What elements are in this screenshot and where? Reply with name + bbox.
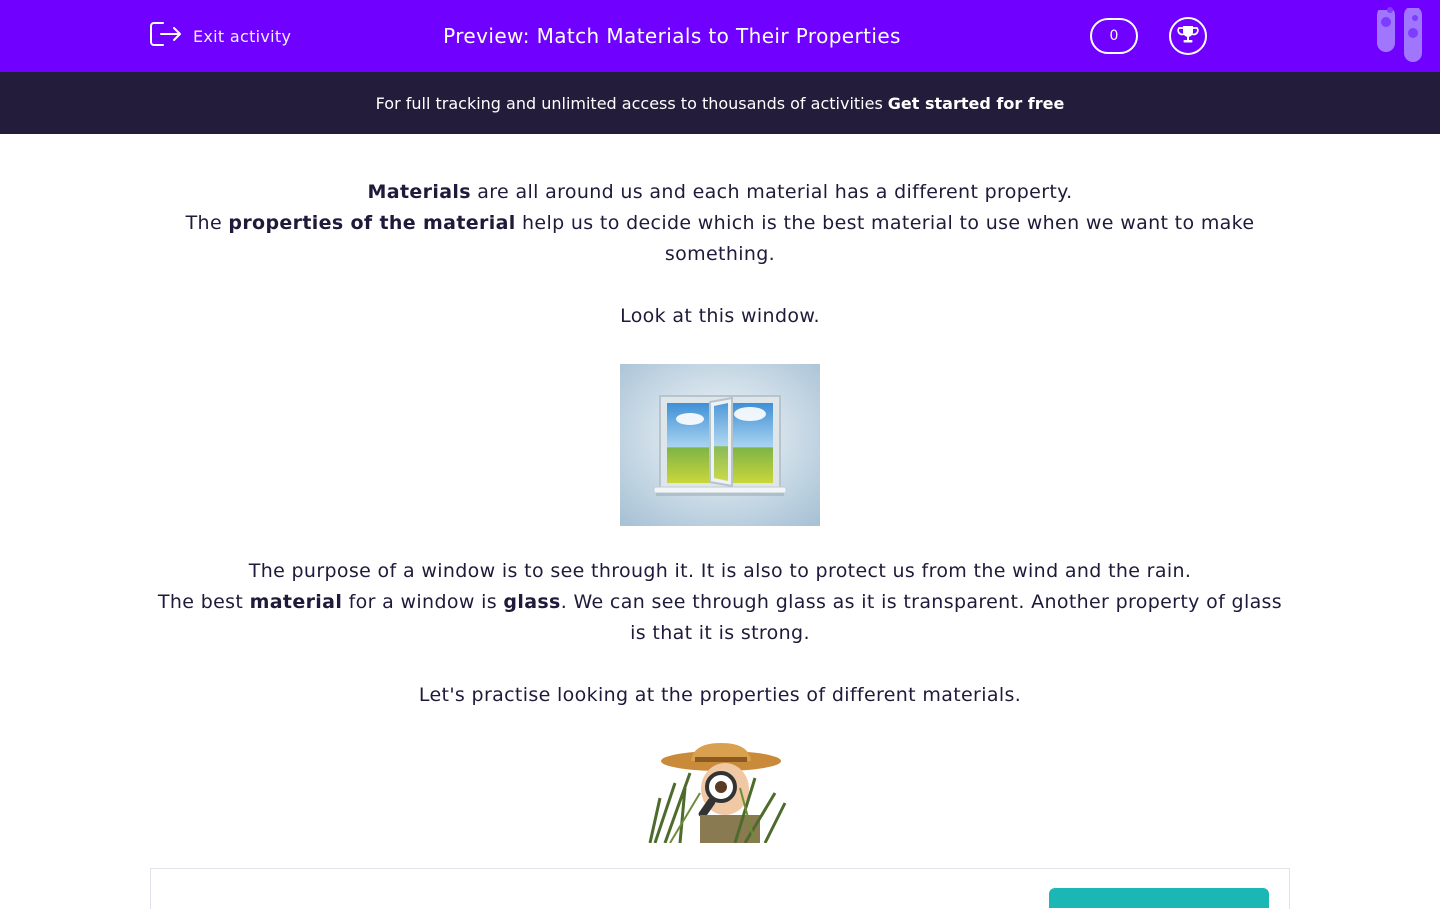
signup-banner: For full tracking and unlimited access t… (0, 72, 1440, 134)
submit-button[interactable] (1049, 888, 1269, 908)
purpose-text-a: The best (157, 591, 250, 613)
material-bold: material (249, 591, 343, 613)
purpose-text: The purpose of a window is to see throug… (150, 556, 1290, 711)
purpose-line-2: The best material for a window is glass.… (150, 587, 1290, 649)
intro-text-1: are all around us and each material has … (470, 181, 1073, 203)
top-bar: Exit activity Preview: Match Materials t… (0, 0, 1440, 72)
banner-text: For full tracking and unlimited access t… (375, 93, 883, 113)
intro-text-2b: help us to decide which is the best mate… (515, 212, 1255, 265)
materials-bold: Materials (367, 181, 471, 203)
purpose-text-b: for a window is (342, 591, 504, 613)
test-tubes-icon (1377, 0, 1422, 62)
practise-text: Let's practise looking at the properties… (418, 684, 1022, 706)
intro-text-2a: The (185, 212, 229, 234)
glass-bold: glass (503, 591, 561, 613)
activity-intro: Materials are all around us and each mat… (150, 177, 1290, 332)
intro-paragraph-1: Materials are all around us and each mat… (150, 177, 1290, 208)
exit-activity-label: Exit activity (193, 26, 292, 46)
purpose-text-c: . We can see through glass as it is tran… (560, 591, 1283, 644)
score-badge: 0 (1090, 18, 1138, 54)
properties-bold: properties of the material (228, 212, 516, 234)
trophy-button[interactable] (1169, 17, 1207, 55)
exit-activity-button[interactable]: Exit activity (149, 22, 291, 50)
look-instruction: Look at this window. (620, 305, 820, 327)
intro-paragraph-2: The properties of the material help us t… (150, 208, 1290, 270)
trophy-icon (1177, 23, 1199, 49)
get-started-link[interactable]: Get started for free (888, 94, 1065, 113)
window-image (620, 364, 820, 526)
exit-icon (149, 20, 183, 52)
explorer-boy-image (645, 743, 795, 843)
page-title: Preview: Match Materials to Their Proper… (443, 24, 901, 48)
purpose-line-1: The purpose of a window is to see throug… (248, 560, 1192, 582)
